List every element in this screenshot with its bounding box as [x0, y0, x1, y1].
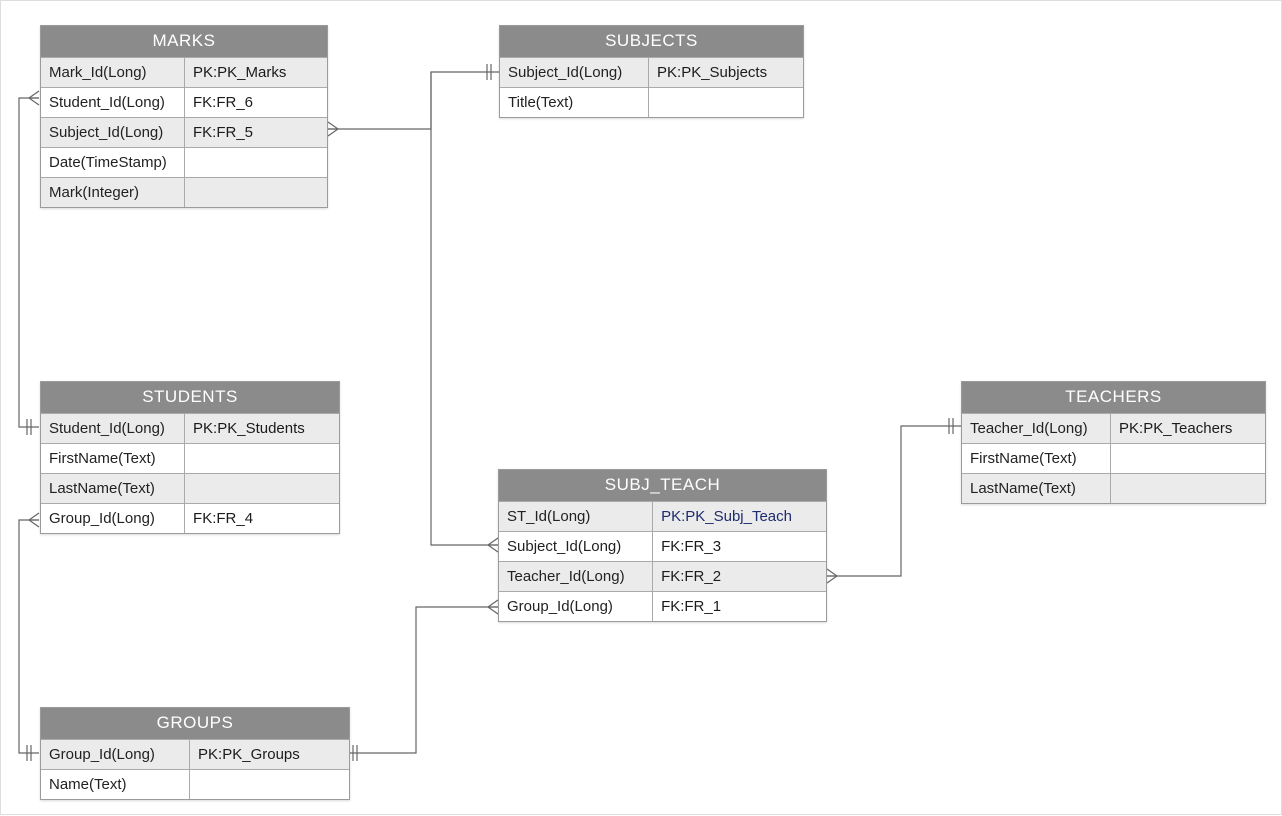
column-name: Subject_Id(Long): [499, 532, 653, 561]
column-name: Group_Id(Long): [41, 740, 190, 769]
entity-row[interactable]: Group_Id(Long)FK:FR_4: [41, 503, 339, 533]
column-name: FirstName(Text): [962, 444, 1111, 473]
entity-row[interactable]: Mark(Integer): [41, 177, 327, 207]
entity-row[interactable]: Teacher_Id(Long)FK:FR_2: [499, 561, 826, 591]
column-constraint: [1111, 444, 1265, 473]
column-name: FirstName(Text): [41, 444, 185, 473]
column-name: Mark(Integer): [41, 178, 185, 207]
entity-row[interactable]: Student_Id(Long)PK:PK_Students: [41, 413, 339, 443]
column-name: LastName(Text): [962, 474, 1111, 503]
column-constraint: FK:FR_5: [185, 118, 327, 147]
column-constraint: [185, 474, 339, 503]
column-name: Name(Text): [41, 770, 190, 799]
column-constraint: FK:FR_4: [185, 504, 339, 533]
diagram-canvas: MARKS Mark_Id(Long)PK:PK_MarksStudent_Id…: [0, 0, 1282, 815]
column-constraint: PK:PK_Students: [185, 414, 339, 443]
entity-row[interactable]: LastName(Text): [962, 473, 1265, 503]
entity-teachers[interactable]: TEACHERS Teacher_Id(Long)PK:PK_TeachersF…: [961, 381, 1266, 504]
column-name: Subject_Id(Long): [500, 58, 649, 87]
column-constraint: PK:PK_Teachers: [1111, 414, 1265, 443]
entity-row[interactable]: Teacher_Id(Long)PK:PK_Teachers: [962, 413, 1265, 443]
column-name: LastName(Text): [41, 474, 185, 503]
column-constraint: [649, 88, 803, 117]
column-constraint: [185, 148, 327, 177]
entity-groups[interactable]: GROUPS Group_Id(Long)PK:PK_GroupsName(Te…: [40, 707, 350, 800]
column-name: Group_Id(Long): [41, 504, 185, 533]
entity-row[interactable]: Group_Id(Long)PK:PK_Groups: [41, 739, 349, 769]
column-name: Teacher_Id(Long): [962, 414, 1111, 443]
column-constraint: PK:PK_Subjects: [649, 58, 803, 87]
entity-students[interactable]: STUDENTS Student_Id(Long)PK:PK_StudentsF…: [40, 381, 340, 534]
entity-title: SUBJ_TEACH: [499, 470, 826, 501]
entity-row[interactable]: Subject_Id(Long)PK:PK_Subjects: [500, 57, 803, 87]
column-constraint: PK:PK_Marks: [185, 58, 327, 87]
column-name: Subject_Id(Long): [41, 118, 185, 147]
entity-row[interactable]: FirstName(Text): [962, 443, 1265, 473]
column-constraint: [185, 178, 327, 207]
column-name: Group_Id(Long): [499, 592, 653, 621]
column-name: Mark_Id(Long): [41, 58, 185, 87]
entity-row[interactable]: Mark_Id(Long)PK:PK_Marks: [41, 57, 327, 87]
column-constraint: [1111, 474, 1265, 503]
column-constraint: FK:FR_3: [653, 532, 826, 561]
column-constraint: [190, 770, 349, 799]
entity-title: SUBJECTS: [500, 26, 803, 57]
entity-row[interactable]: Group_Id(Long)FK:FR_1: [499, 591, 826, 621]
column-name: ST_Id(Long): [499, 502, 653, 531]
column-name: Teacher_Id(Long): [499, 562, 653, 591]
column-constraint: FK:FR_1: [653, 592, 826, 621]
column-name: Student_Id(Long): [41, 414, 185, 443]
entity-row[interactable]: Name(Text): [41, 769, 349, 799]
entity-row[interactable]: Subject_Id(Long)FK:FR_5: [41, 117, 327, 147]
entity-title: TEACHERS: [962, 382, 1265, 413]
column-constraint: PK:PK_Subj_Teach: [653, 502, 826, 531]
entity-row[interactable]: Date(TimeStamp): [41, 147, 327, 177]
entity-title: GROUPS: [41, 708, 349, 739]
entity-subjects[interactable]: SUBJECTS Subject_Id(Long)PK:PK_SubjectsT…: [499, 25, 804, 118]
entity-row[interactable]: Subject_Id(Long)FK:FR_3: [499, 531, 826, 561]
entity-row[interactable]: LastName(Text): [41, 473, 339, 503]
entity-row[interactable]: FirstName(Text): [41, 443, 339, 473]
column-name: Title(Text): [500, 88, 649, 117]
entity-row[interactable]: Student_Id(Long)FK:FR_6: [41, 87, 327, 117]
column-constraint: [185, 444, 339, 473]
column-name: Date(TimeStamp): [41, 148, 185, 177]
entity-row[interactable]: ST_Id(Long)PK:PK_Subj_Teach: [499, 501, 826, 531]
entity-subj-teach[interactable]: SUBJ_TEACH ST_Id(Long)PK:PK_Subj_TeachSu…: [498, 469, 827, 622]
column-constraint: PK:PK_Groups: [190, 740, 349, 769]
column-constraint: FK:FR_6: [185, 88, 327, 117]
entity-marks[interactable]: MARKS Mark_Id(Long)PK:PK_MarksStudent_Id…: [40, 25, 328, 208]
entity-row[interactable]: Title(Text): [500, 87, 803, 117]
column-name: Student_Id(Long): [41, 88, 185, 117]
column-constraint: FK:FR_2: [653, 562, 826, 591]
entity-title: STUDENTS: [41, 382, 339, 413]
entity-title: MARKS: [41, 26, 327, 57]
